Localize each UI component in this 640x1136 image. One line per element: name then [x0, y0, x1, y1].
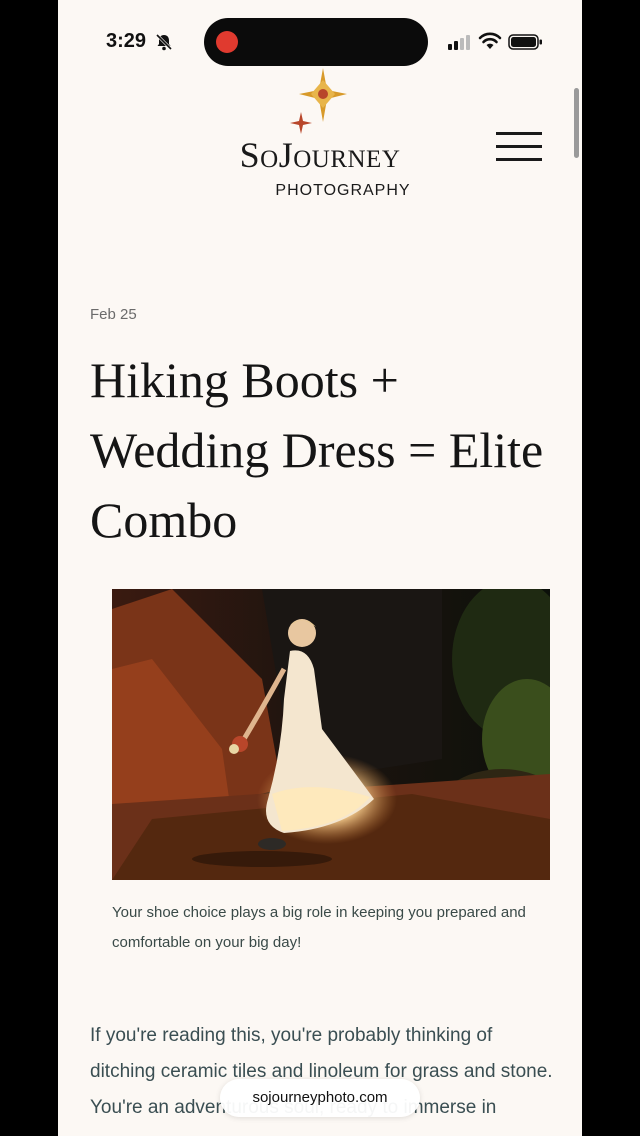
status-time: 3:29 [106, 30, 147, 52]
hamburger-icon-line [496, 158, 542, 161]
brand-logo-name[interactable]: SoJourney [208, 134, 432, 176]
dynamic-island [204, 18, 428, 66]
cellular-signal-icon [448, 35, 470, 50]
brand-logo-subtitle: PHOTOGRAPHY [275, 182, 411, 199]
bell-slash-icon [155, 33, 173, 51]
browser-url-bar[interactable]: sojourneyphoto.com [220, 1079, 420, 1117]
wifi-icon [478, 32, 502, 49]
photo-caption: Your shoe choice plays a big role in kee… [112, 904, 526, 951]
compass-star-logo-icon [290, 68, 347, 134]
battery-icon [508, 34, 542, 50]
bride-hiking-photo[interactable] [112, 589, 550, 880]
hamburger-icon [496, 132, 542, 135]
phone-screen: 3:29 SoJourney PHOTOGRAPHY Feb 25 Hiking… [58, 0, 582, 1136]
hamburger-icon-line [496, 145, 542, 148]
menu-button[interactable] [496, 130, 544, 164]
recording-indicator [216, 31, 238, 53]
post-date: Feb 25 [90, 306, 137, 323]
scrollbar[interactable] [574, 88, 579, 158]
post-title: Hiking Boots + Wedding Dress = Elite Com… [90, 352, 544, 548]
